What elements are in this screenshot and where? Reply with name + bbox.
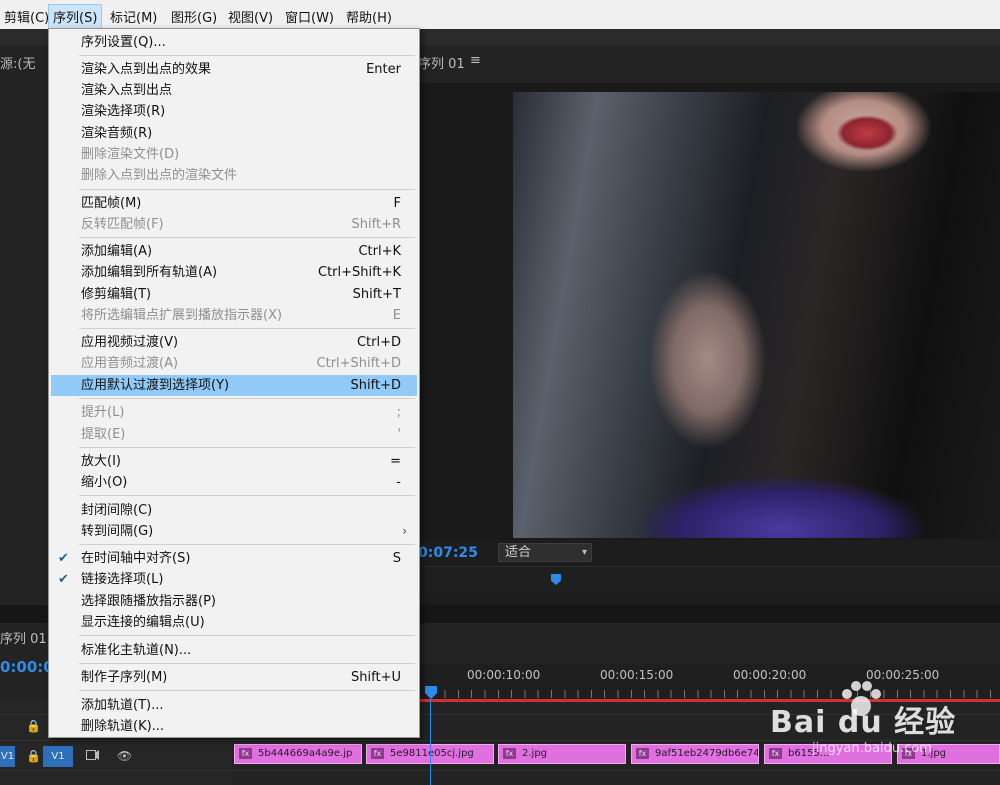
playhead-line — [430, 699, 431, 785]
fx-badge: fx — [239, 747, 252, 759]
clip-name: 5e9811e05cj.jpg — [390, 748, 474, 759]
fx-badge: fx — [503, 747, 516, 759]
program-mini-ruler[interactable] — [418, 566, 1000, 593]
program-tab[interactable]: 序列 01 — [418, 53, 465, 72]
fx-badge: fx — [636, 747, 649, 759]
menu-separator — [79, 544, 415, 545]
ruler-tick-label: 00:00:15:00 — [600, 668, 674, 682]
ruler-tick-label: 00:00:10:00 — [467, 668, 541, 682]
menu-item-show-through-edits[interactable]: 显示连接的编辑点(U) — [51, 612, 417, 633]
check-icon: ✔ — [58, 572, 69, 587]
menu-view[interactable]: 视图(V) — [224, 5, 277, 28]
menu-clip[interactable]: 剪辑(C) — [0, 5, 53, 28]
check-icon: ✔ — [58, 551, 69, 566]
menu-item-delete-render-files[interactable]: 删除渲染文件(D) — [51, 144, 417, 165]
menu-item-zoom-out[interactable]: 缩小(O) - — [51, 472, 417, 493]
menu-item-snap-in-timeline[interactable]: ✔ 在时间轴中对齐(S) S — [51, 548, 417, 569]
menu-item-render-selection[interactable]: 渲染选择项(R) — [51, 101, 417, 122]
fit-select[interactable]: 适合 ▾ — [498, 543, 592, 562]
menu-separator — [79, 328, 415, 329]
fit-select-value: 适合 — [505, 545, 532, 560]
track-divider — [0, 770, 1000, 771]
source-panel — [0, 45, 49, 605]
menu-item-extract[interactable]: 提取(E) ' — [51, 424, 417, 445]
program-timecode[interactable]: 0:07:25 — [418, 545, 478, 561]
eye-icon[interactable]: 👁 — [117, 749, 132, 763]
timeline-clip[interactable]: fx 9af51eb2479db6e74 — [631, 744, 759, 764]
sequence-menu-dropdown: 序列设置(Q)... 渲染入点到出点的效果 Enter 渲染入点到出点 渲染选择项… — [48, 28, 420, 738]
video-preview — [513, 92, 1000, 538]
menu-item-delete-render-files-in-out[interactable]: 删除入点到出点的渲染文件 — [51, 165, 417, 186]
chevron-right-icon: › — [402, 524, 407, 538]
menu-separator — [79, 495, 415, 496]
menu-item-apply-default-transitions[interactable]: 应用默认过渡到选择项(Y) Shift+D — [51, 375, 417, 396]
preview-detail — [836, 115, 898, 151]
fx-badge: fx — [371, 747, 384, 759]
menu-separator — [79, 189, 415, 190]
menu-item-go-to-gap[interactable]: 转到间隔(G) › — [51, 521, 417, 542]
source-tab[interactable]: 源:(无 — [0, 53, 35, 72]
menu-item-reverse-match-frame[interactable]: 反转匹配帧(F) Shift+R — [51, 214, 417, 235]
menu-separator — [79, 635, 415, 636]
menu-item-add-edit-all-tracks[interactable]: 添加编辑到所有轨道(A) Ctrl+Shift+K — [51, 262, 417, 283]
menu-separator — [79, 398, 415, 399]
menu-separator — [79, 663, 415, 664]
menu-item-apply-video-transition[interactable]: 应用视频过渡(V) Ctrl+D — [51, 332, 417, 353]
menu-item-render-effects-in-out[interactable]: 渲染入点到出点的效果 Enter — [51, 59, 417, 80]
menubar: 剪辑(C) 序列(S) 标记(M) 图形(G) 视图(V) 窗口(W) 帮助(H… — [0, 0, 1000, 30]
ruler-tick-label: 00:00:20:00 — [733, 668, 807, 682]
menu-sequence[interactable]: 序列(S) — [48, 4, 103, 29]
menu-item-linked-selection[interactable]: ✔ 链接选择项(L) — [51, 569, 417, 590]
watermark-brand: Bai du 经验 — [770, 705, 957, 740]
menu-markers[interactable]: 标记(M) — [106, 5, 161, 28]
clip-name: 9af51eb2479db6e74 — [655, 748, 759, 759]
menu-item-extend-edit[interactable]: 将所选编辑点扩展到播放指示器(X) E — [51, 305, 417, 326]
panel-menu-icon[interactable]: ≡ — [470, 53, 481, 68]
menu-item-trim-edit[interactable]: 修剪编辑(T) Shift+T — [51, 284, 417, 305]
menu-separator — [79, 690, 415, 691]
menu-item-add-tracks[interactable]: 添加轨道(T)... — [51, 695, 417, 716]
clip-name: 5b444669a4a9e.jp — [258, 748, 353, 759]
menu-item-render-in-out[interactable]: 渲染入点到出点 — [51, 80, 417, 101]
program-monitor-header — [418, 45, 1000, 83]
film-icon[interactable] — [86, 750, 100, 760]
chevron-down-icon: ▾ — [581, 547, 587, 558]
menu-graphics[interactable]: 图形(G) — [167, 5, 221, 28]
menu-help[interactable]: 帮助(H) — [342, 5, 396, 28]
timeline-clip[interactable]: fx 2.jpg — [498, 744, 626, 764]
watermark-url: jingyan.baidu.com — [812, 741, 932, 756]
timeline-clip[interactable]: fx 5b444669a4a9e.jp — [234, 744, 362, 764]
menu-item-sequence-settings[interactable]: 序列设置(Q)... — [51, 32, 417, 53]
menu-item-delete-tracks[interactable]: 删除轨道(K)... — [51, 716, 417, 737]
target-track-v1[interactable]: V1 — [43, 746, 73, 767]
menu-item-render-audio[interactable]: 渲染音频(R) — [51, 123, 417, 144]
lock-icon[interactable]: 🔒 — [26, 749, 41, 763]
menu-separator — [79, 55, 415, 56]
lock-icon[interactable]: 🔒 — [26, 719, 41, 733]
menu-separator — [79, 237, 415, 238]
timeline-tab[interactable]: 序列 01 — [0, 628, 47, 647]
clip-name: 2.jpg — [522, 748, 548, 759]
menu-item-add-edit[interactable]: 添加编辑(A) Ctrl+K — [51, 241, 417, 262]
menu-item-match-frame[interactable]: 匹配帧(M) F — [51, 193, 417, 214]
menu-item-normalize-master-track[interactable]: 标准化主轨道(N)... — [51, 640, 417, 661]
timeline-timecode[interactable]: 0:00:0 — [0, 658, 54, 676]
menu-separator — [79, 447, 415, 448]
menu-item-make-subsequence[interactable]: 制作子序列(M) Shift+U — [51, 667, 417, 688]
menu-item-zoom-in[interactable]: 放大(I) = — [51, 451, 417, 472]
fx-badge: fx — [769, 747, 782, 759]
menu-window[interactable]: 窗口(W) — [281, 5, 338, 28]
menu-item-lift[interactable]: 提升(L); — [51, 402, 417, 423]
menu-item-close-gap[interactable]: 封闭间隙(C) — [51, 500, 417, 521]
menu-item-apply-audio-transition[interactable]: 应用音频过渡(A) Ctrl+Shift+D — [51, 353, 417, 374]
menu-item-selection-follows-playhead[interactable]: 选择跟随播放指示器(P) — [51, 591, 417, 612]
source-track-v1[interactable]: V1 — [0, 746, 15, 767]
